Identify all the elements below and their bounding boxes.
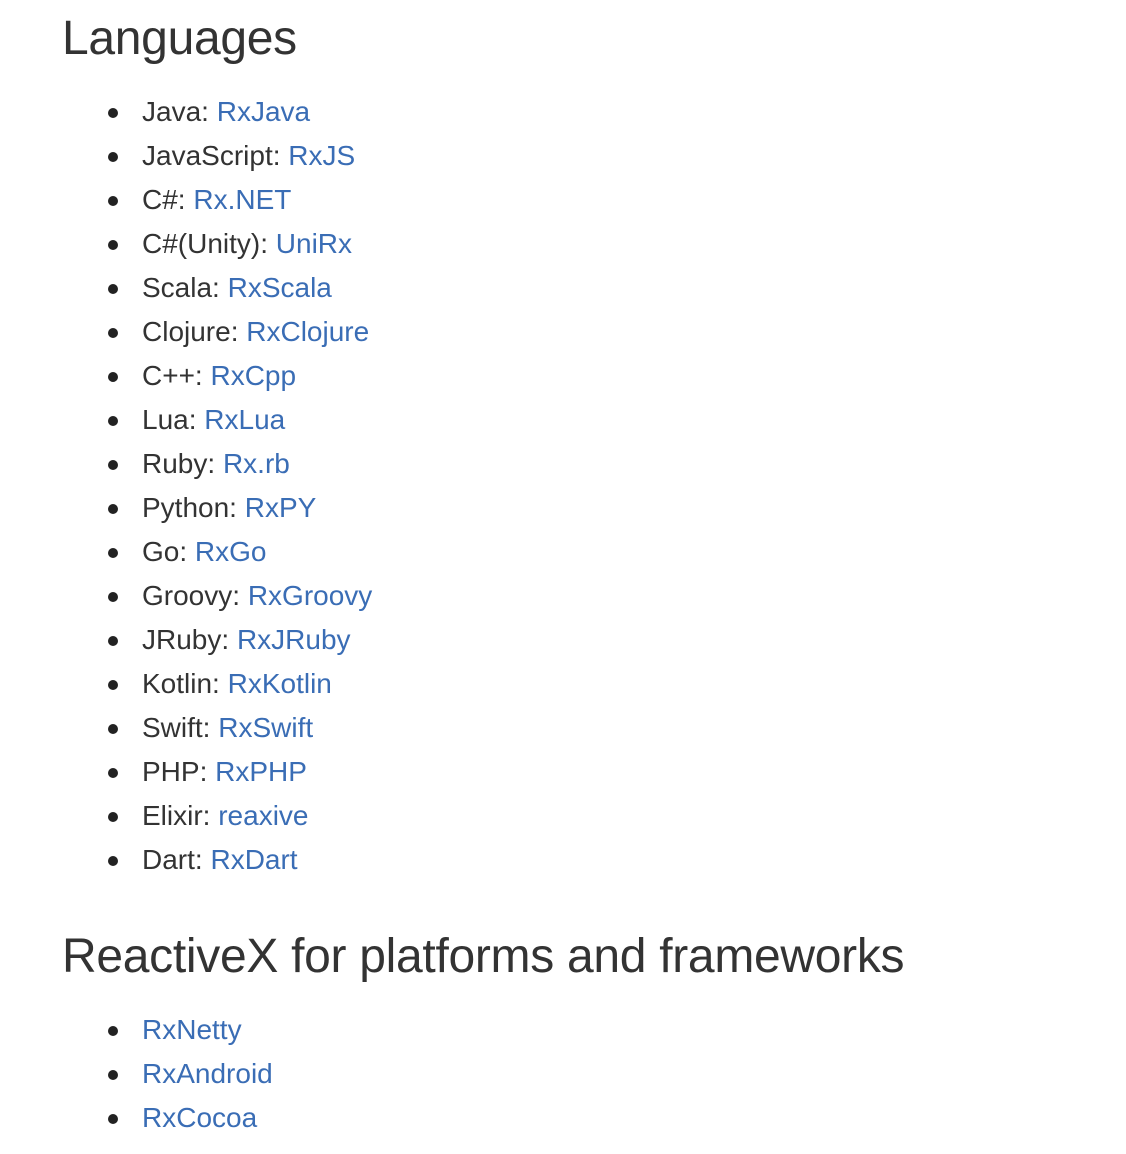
bullet-icon <box>108 284 118 294</box>
bullet-icon <box>108 196 118 206</box>
list-item: Lua: RxLua <box>62 398 372 442</box>
platform-link[interactable]: RxAndroid <box>142 1058 273 1089</box>
list-item: Swift: RxSwift <box>62 706 372 750</box>
bullet-icon <box>108 240 118 250</box>
library-link[interactable]: RxJRuby <box>237 624 351 655</box>
bullet-icon <box>108 372 118 382</box>
library-link[interactable]: RxKotlin <box>228 668 332 699</box>
library-link[interactable]: RxSwift <box>218 712 313 743</box>
language-label: Swift: <box>142 712 211 743</box>
bullet-icon <box>108 152 118 162</box>
list-item: RxCocoa <box>62 1096 273 1140</box>
bullet-icon <box>108 328 118 338</box>
language-label: Python: <box>142 492 237 523</box>
language-label: Ruby: <box>142 448 216 479</box>
list-item: Ruby: Rx.rb <box>62 442 372 486</box>
list-item: Scala: RxScala <box>62 266 372 310</box>
platform-link[interactable]: RxNetty <box>142 1014 242 1045</box>
library-link[interactable]: RxLua <box>204 404 285 435</box>
bullet-icon <box>108 680 118 690</box>
library-link[interactable]: RxGroovy <box>248 580 372 611</box>
languages-heading: Languages <box>62 12 297 65</box>
list-item: Clojure: RxClojure <box>62 310 372 354</box>
list-item: Java: RxJava <box>62 90 372 134</box>
list-item: Elixir: reaxive <box>62 794 372 838</box>
language-label: Scala: <box>142 272 220 303</box>
language-label: Go: <box>142 536 188 567</box>
list-item: RxAndroid <box>62 1052 273 1096</box>
bullet-icon <box>108 504 118 514</box>
bullet-icon <box>108 856 118 866</box>
language-label: Elixir: <box>142 800 211 831</box>
library-link[interactable]: reaxive <box>218 800 308 831</box>
library-link[interactable]: RxPHP <box>215 756 307 787</box>
library-link[interactable]: RxJS <box>288 140 355 171</box>
list-item: Groovy: RxGroovy <box>62 574 372 618</box>
language-label: Lua: <box>142 404 197 435</box>
list-item: Go: RxGo <box>62 530 372 574</box>
bullet-icon <box>108 548 118 558</box>
bullet-icon <box>108 592 118 602</box>
list-item: JRuby: RxJRuby <box>62 618 372 662</box>
bullet-icon <box>108 108 118 118</box>
library-link[interactable]: RxDart <box>210 844 297 875</box>
language-label: PHP: <box>142 756 208 787</box>
bullet-icon <box>108 1026 118 1036</box>
library-link[interactable]: RxJava <box>217 96 310 127</box>
library-link[interactable]: RxScala <box>228 272 332 303</box>
list-item: C++: RxCpp <box>62 354 372 398</box>
list-item: RxNetty <box>62 1008 273 1052</box>
bullet-icon <box>108 1114 118 1124</box>
language-label: Groovy: <box>142 580 241 611</box>
bullet-icon <box>108 768 118 778</box>
language-label: Java: <box>142 96 209 127</box>
language-label: JRuby: <box>142 624 230 655</box>
library-link[interactable]: UniRx <box>276 228 352 259</box>
bullet-icon <box>108 812 118 822</box>
list-item: JavaScript: RxJS <box>62 134 372 178</box>
library-link[interactable]: RxPY <box>245 492 317 523</box>
list-item: C#: Rx.NET <box>62 178 372 222</box>
list-item: Dart: RxDart <box>62 838 372 882</box>
platforms-heading: ReactiveX for platforms and frameworks <box>62 930 905 983</box>
language-label: Dart: <box>142 844 203 875</box>
bullet-icon <box>108 460 118 470</box>
bullet-icon <box>108 1070 118 1080</box>
list-item: Python: RxPY <box>62 486 372 530</box>
languages-list: Java: RxJava JavaScript: RxJS C#: Rx.NET… <box>62 90 372 882</box>
library-link[interactable]: RxClojure <box>246 316 369 347</box>
platform-link[interactable]: RxCocoa <box>142 1102 257 1133</box>
language-label: C++: <box>142 360 203 391</box>
list-item: Kotlin: RxKotlin <box>62 662 372 706</box>
list-item: PHP: RxPHP <box>62 750 372 794</box>
library-link[interactable]: Rx.NET <box>193 184 291 215</box>
platforms-list: RxNetty RxAndroid RxCocoa <box>62 1008 273 1140</box>
bullet-icon <box>108 416 118 426</box>
bullet-icon <box>108 636 118 646</box>
language-label: C#: <box>142 184 186 215</box>
language-label: JavaScript: <box>142 140 281 171</box>
language-label: C#(Unity): <box>142 228 269 259</box>
language-label: Kotlin: <box>142 668 220 699</box>
language-label: Clojure: <box>142 316 239 347</box>
library-link[interactable]: Rx.rb <box>223 448 290 479</box>
list-item: C#(Unity): UniRx <box>62 222 372 266</box>
library-link[interactable]: RxCpp <box>210 360 296 391</box>
bullet-icon <box>108 724 118 734</box>
library-link[interactable]: RxGo <box>195 536 267 567</box>
